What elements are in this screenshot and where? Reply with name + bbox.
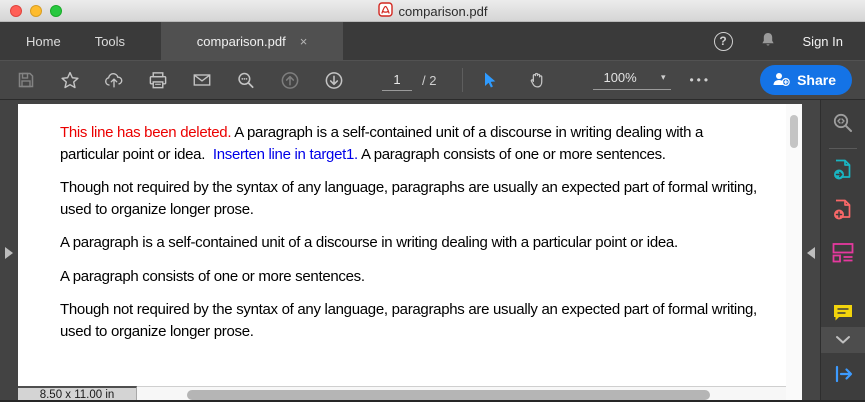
text-segment-black: Though not required by the syntax of any…	[60, 179, 761, 218]
page-number-input[interactable]: 1	[382, 69, 412, 91]
text-segment-red: This line has been deleted.	[60, 124, 231, 141]
paragraph: Though not required by the syntax of any…	[60, 299, 763, 342]
share-button[interactable]: Share	[760, 65, 852, 95]
right-panel-strip	[802, 100, 820, 402]
text-segment-black: A paragraph consists of one or more sent…	[358, 146, 666, 163]
toolbar-divider	[462, 68, 463, 92]
hand-tool-icon[interactable]	[527, 70, 547, 90]
text-segment-black: A paragraph consists of one or more sent…	[60, 268, 365, 285]
document-column: This line has been deleted. A paragraph …	[18, 100, 786, 402]
text-segment-black: Though not required by the syntax of any…	[60, 301, 761, 340]
tabbar-right: ? Sign In	[714, 22, 865, 60]
more-tools-row[interactable]	[821, 327, 865, 353]
sidebar-divider	[829, 148, 857, 149]
titlebar: comparison.pdf	[0, 0, 865, 22]
acrobat-window: comparison.pdf Home Tools comparison.pdf…	[0, 0, 865, 402]
paragraph: A paragraph is a self-contained unit of …	[60, 232, 763, 254]
tab-home[interactable]: Home	[20, 22, 67, 60]
acrobat-pdf-icon	[378, 2, 393, 20]
text-segment-black: A paragraph is a self-contained unit of …	[60, 234, 678, 251]
email-icon[interactable]	[192, 70, 212, 90]
print-icon[interactable]	[148, 70, 168, 90]
create-pdf-icon[interactable]	[830, 197, 856, 223]
zoom-search-icon[interactable]	[236, 70, 256, 90]
paragraph: This line has been deleted. A paragraph …	[60, 122, 763, 165]
window-title-text: comparison.pdf	[399, 4, 488, 19]
save-icon[interactable]	[16, 70, 36, 90]
toolbar: 1 / 2 100% ▾ ••• Share	[0, 60, 865, 100]
paragraph: Though not required by the syntax of any…	[60, 177, 763, 220]
page-up-icon[interactable]	[280, 70, 300, 90]
main-area: This line has been deleted. A paragraph …	[0, 100, 865, 402]
share-button-label: Share	[797, 72, 836, 88]
expand-left-panel-icon[interactable]	[5, 247, 13, 259]
close-tab-icon[interactable]: ×	[300, 34, 308, 49]
page-total-label: / 2	[422, 73, 436, 88]
bell-icon[interactable]	[759, 31, 777, 52]
text-segment-blue: Inserten line in target1.	[213, 146, 358, 163]
tools-sidebar	[820, 100, 865, 402]
tab-tools[interactable]: Tools	[89, 22, 131, 60]
document-paragraphs: This line has been deleted. A paragraph …	[60, 122, 763, 342]
share-person-icon	[772, 71, 790, 90]
export-pdf-icon[interactable]	[830, 157, 856, 183]
cloud-upload-icon[interactable]	[104, 70, 124, 90]
paragraph: A paragraph consists of one or more sent…	[60, 266, 763, 288]
vertical-scrollbar-thumb[interactable]	[790, 115, 798, 148]
star-icon[interactable]	[60, 70, 80, 90]
tabbar: Home Tools comparison.pdf × ? Sign In	[0, 22, 865, 60]
pdf-page: This line has been deleted. A paragraph …	[18, 104, 786, 386]
organize-pages-icon[interactable]	[830, 239, 856, 265]
horizontal-scrollbar-thumb[interactable]	[187, 390, 710, 400]
left-panel-strip	[0, 100, 18, 402]
comment-icon[interactable]	[830, 299, 856, 325]
chevron-down-icon: ▾	[661, 72, 666, 83]
vertical-scrollbar[interactable]	[786, 100, 802, 402]
document-tab-label: comparison.pdf	[197, 34, 286, 49]
sign-in-button[interactable]: Sign In	[803, 34, 843, 49]
zoom-level-value: 100%	[603, 70, 636, 85]
chevron-down-icon	[835, 335, 851, 345]
zoom-level-dropdown[interactable]: 100% ▾	[593, 70, 671, 90]
page-down-icon[interactable]	[324, 70, 344, 90]
more-options-icon[interactable]: •••	[689, 73, 711, 87]
tab-document[interactable]: comparison.pdf ×	[161, 22, 343, 60]
collapse-right-panel-icon[interactable]	[807, 247, 815, 259]
select-cursor-icon[interactable]	[479, 70, 499, 90]
window-title: comparison.pdf	[0, 0, 865, 22]
help-icon[interactable]: ?	[714, 32, 733, 51]
search-zoom-tool-icon[interactable]	[830, 110, 856, 136]
expand-tools-icon[interactable]	[830, 361, 856, 387]
